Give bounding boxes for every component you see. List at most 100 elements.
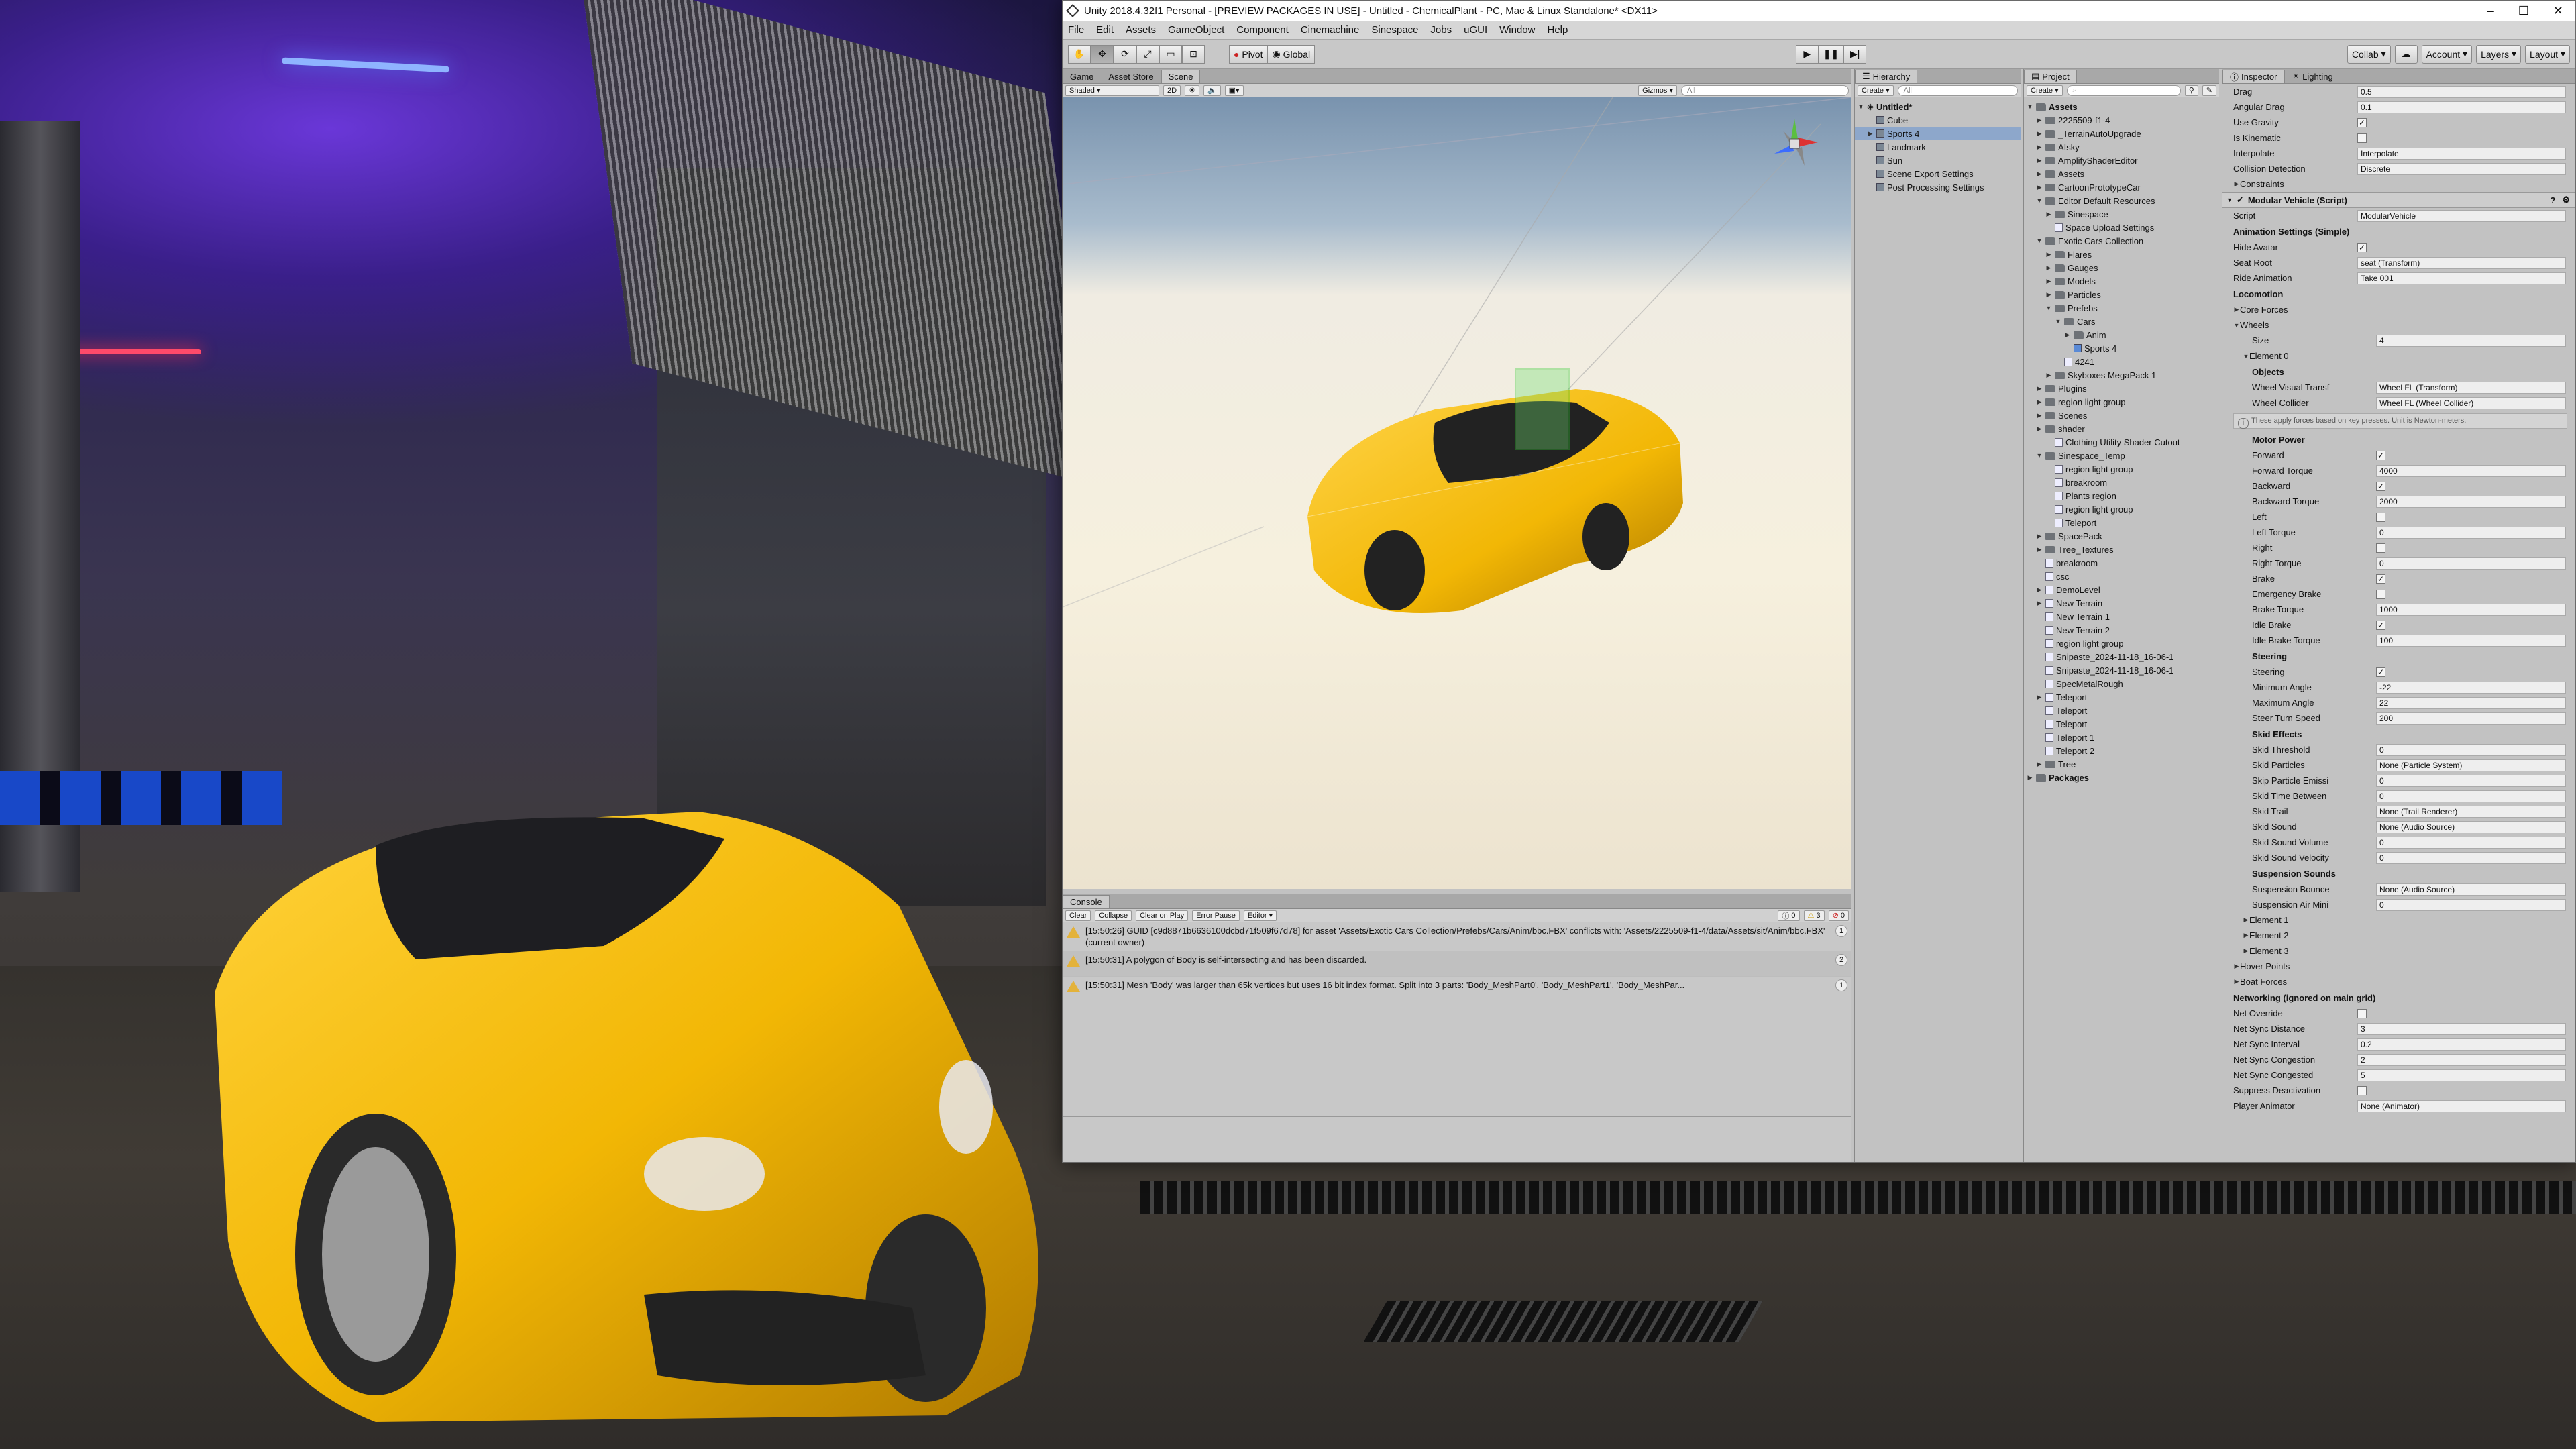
project-item[interactable]: SpecMetalRough (2024, 677, 2219, 690)
checked-checkbox[interactable]: ✓ (2376, 667, 2385, 677)
rect-tool-icon[interactable]: ▭ (1159, 44, 1182, 64)
expand-arrow-icon[interactable]: ▼ (2027, 103, 2033, 110)
expand-arrow-icon[interactable]: ▶ (2045, 264, 2052, 272)
expand-arrow-icon[interactable]: ▶ (2036, 761, 2043, 768)
inspector-foldout[interactable]: ▶ Element 2 (2222, 928, 2575, 943)
expand-arrow-icon[interactable]: ▶ (2036, 144, 2043, 151)
effects-dropdown-icon[interactable]: ▣▾ (1224, 85, 1244, 96)
gear-icon[interactable]: ⚙ (2562, 195, 2570, 205)
project-item[interactable]: ▶ 2225509-f1-4 (2024, 113, 2219, 127)
layout-dropdown[interactable]: Layout ▾ (2525, 44, 2570, 64)
project-item[interactable]: ▶ CartoonPrototypeCar (2024, 180, 2219, 194)
lighting-toggle-icon[interactable]: ☀ (1185, 85, 1199, 96)
field-value-input[interactable]: None (Animator) (2357, 1099, 2566, 1112)
field-value-input[interactable]: ModularVehicle (2357, 209, 2566, 222)
expand-arrow-icon[interactable]: ▶ (2045, 291, 2052, 299)
global-toggle[interactable]: ◉ Global (1267, 44, 1316, 64)
field-value-input[interactable]: 0 (2376, 836, 2566, 849)
field-value-input[interactable]: 200 (2376, 712, 2566, 724)
field-value-input[interactable]: None (Audio Source) (2376, 820, 2566, 833)
hierarchy-item[interactable]: Sun (1855, 154, 2021, 167)
project-item[interactable]: Teleport (2024, 704, 2219, 717)
mode-2d-toggle[interactable]: 2D (1163, 85, 1181, 96)
menu-item-sinespace[interactable]: Sinespace (1371, 24, 1418, 36)
inspector-foldout[interactable]: ▶ Hover Points (2222, 959, 2575, 974)
project-item[interactable]: ▼ Assets (2024, 100, 2219, 113)
field-value-input[interactable]: 2000 (2376, 495, 2566, 508)
field-value-input[interactable]: 1000 (2376, 603, 2566, 616)
field-value-input[interactable]: 0 (2376, 774, 2566, 787)
unchecked-checkbox[interactable] (2357, 133, 2367, 143)
expand-arrow-icon[interactable]: ▶ (2036, 586, 2043, 594)
tab-inspector[interactable]: ⓘ Inspector (2222, 70, 2285, 83)
console-log-row[interactable]: [15:50:26] GUID [c9d8871b6636100dcbd71f5… (1063, 922, 1851, 951)
menu-item-file[interactable]: File (1068, 24, 1084, 36)
project-item[interactable]: ▶ Sinespace (2024, 207, 2219, 221)
rotate-tool-icon[interactable]: ⟳ (1114, 44, 1136, 64)
expand-arrow-icon[interactable]: ▶ (2036, 533, 2043, 540)
project-item[interactable]: Snipaste_2024-11-18_16-06-1 (2024, 663, 2219, 677)
project-label-icon[interactable]: ✎ (2202, 85, 2216, 96)
expand-arrow-icon[interactable]: ▶ (2045, 251, 2052, 258)
minimize-icon[interactable]: – (2487, 4, 2494, 18)
audio-toggle-icon[interactable]: 🔈 (1203, 85, 1221, 96)
project-item[interactable]: Sports 4 (2024, 341, 2219, 355)
field-value-input[interactable]: Wheel FL (Transform) (2376, 381, 2566, 394)
hand-tool-icon[interactable]: ✋ (1068, 44, 1091, 64)
project-create-dropdown[interactable]: Create ▾ (2027, 85, 2063, 96)
tab-scene[interactable]: Scene (1161, 70, 1201, 83)
checked-checkbox[interactable]: ✓ (2357, 242, 2367, 252)
project-item[interactable]: ▶ Particles (2024, 288, 2219, 301)
field-value-input[interactable]: 0 (2376, 790, 2566, 802)
inspector-foldout[interactable]: ▶ Constraints (2222, 176, 2575, 192)
checked-checkbox[interactable]: ✓ (2376, 620, 2385, 630)
field-value-input[interactable]: None (Audio Source) (2376, 883, 2566, 896)
scene-viewport[interactable] (1063, 97, 1851, 889)
expand-arrow-icon[interactable]: ▶ (2036, 694, 2043, 701)
console-warn-filter[interactable]: ⚠ 3 (1803, 910, 1825, 921)
project-item[interactable]: ▼ Sinespace_Temp (2024, 449, 2219, 462)
expand-arrow-icon[interactable]: ▶ (2036, 184, 2043, 191)
field-value-input[interactable]: None (Trail Renderer) (2376, 805, 2566, 818)
component-enabled-checkbox[interactable]: ✓ (2237, 195, 2244, 205)
console-info-filter[interactable]: ⓘ 0 (1778, 910, 1800, 921)
tab-lighting[interactable]: ☀ Lighting (2285, 70, 2341, 83)
maximize-icon[interactable]: ☐ (2518, 4, 2529, 18)
project-item[interactable]: ▶ AIsky (2024, 140, 2219, 154)
hierarchy-create-dropdown[interactable]: Create ▾ (1858, 85, 1894, 96)
menu-item-component[interactable]: Component (1236, 24, 1289, 36)
menu-item-assets[interactable]: Assets (1126, 24, 1156, 36)
expand-arrow-icon[interactable]: ▶ (2036, 600, 2043, 607)
project-item[interactable]: 4241 (2024, 355, 2219, 368)
project-item[interactable]: Space Upload Settings (2024, 221, 2219, 234)
field-value-input[interactable]: 0.1 (2357, 101, 2566, 113)
expand-arrow-icon[interactable]: ▶ (2036, 385, 2043, 392)
hierarchy-search-input[interactable]: All (1897, 85, 2018, 96)
project-item[interactable]: Teleport (2024, 516, 2219, 529)
expand-arrow-icon[interactable]: ▶ (2036, 170, 2043, 178)
menu-item-ugui[interactable]: uGUI (1464, 24, 1487, 36)
project-item[interactable]: ▶ Models (2024, 274, 2219, 288)
project-item[interactable]: ▶ Skyboxes MegaPack 1 (2024, 368, 2219, 382)
window-titlebar[interactable]: Unity 2018.4.32f1 Personal - [PREVIEW PA… (1063, 1, 2575, 21)
component-header[interactable]: ▼ ✓ Modular Vehicle (Script)? ⚙ (2222, 192, 2575, 208)
menu-item-window[interactable]: Window (1499, 24, 1535, 36)
hierarchy-item[interactable]: ▼ ◈ Untitled* (1855, 100, 2021, 113)
checked-checkbox[interactable]: ✓ (2376, 481, 2385, 491)
expand-arrow-icon[interactable]: ▶ (2036, 157, 2043, 164)
project-item[interactable]: ▶ Scenes (2024, 409, 2219, 422)
expand-arrow-icon[interactable]: ▶ (2045, 372, 2052, 379)
field-value-input[interactable]: Take 001 (2357, 272, 2566, 284)
expand-arrow-icon[interactable]: ▶ (2045, 211, 2052, 218)
checked-checkbox[interactable]: ✓ (2376, 574, 2385, 584)
project-item[interactable]: Teleport (2024, 717, 2219, 731)
field-value-input[interactable]: 0 (2376, 557, 2566, 570)
project-item[interactable]: Teleport 1 (2024, 731, 2219, 744)
inspector-foldout[interactable]: ▼ Element 0 (2222, 348, 2575, 364)
checked-checkbox[interactable]: ✓ (2376, 450, 2385, 460)
project-item[interactable]: ▶ Plugins (2024, 382, 2219, 395)
collab-dropdown[interactable]: Collab ▾ (2347, 44, 2391, 64)
project-item[interactable]: ▶ _TerrainAutoUpgrade (2024, 127, 2219, 140)
expand-arrow-icon[interactable]: ▶ (2027, 774, 2033, 782)
project-item[interactable]: Teleport 2 (2024, 744, 2219, 757)
